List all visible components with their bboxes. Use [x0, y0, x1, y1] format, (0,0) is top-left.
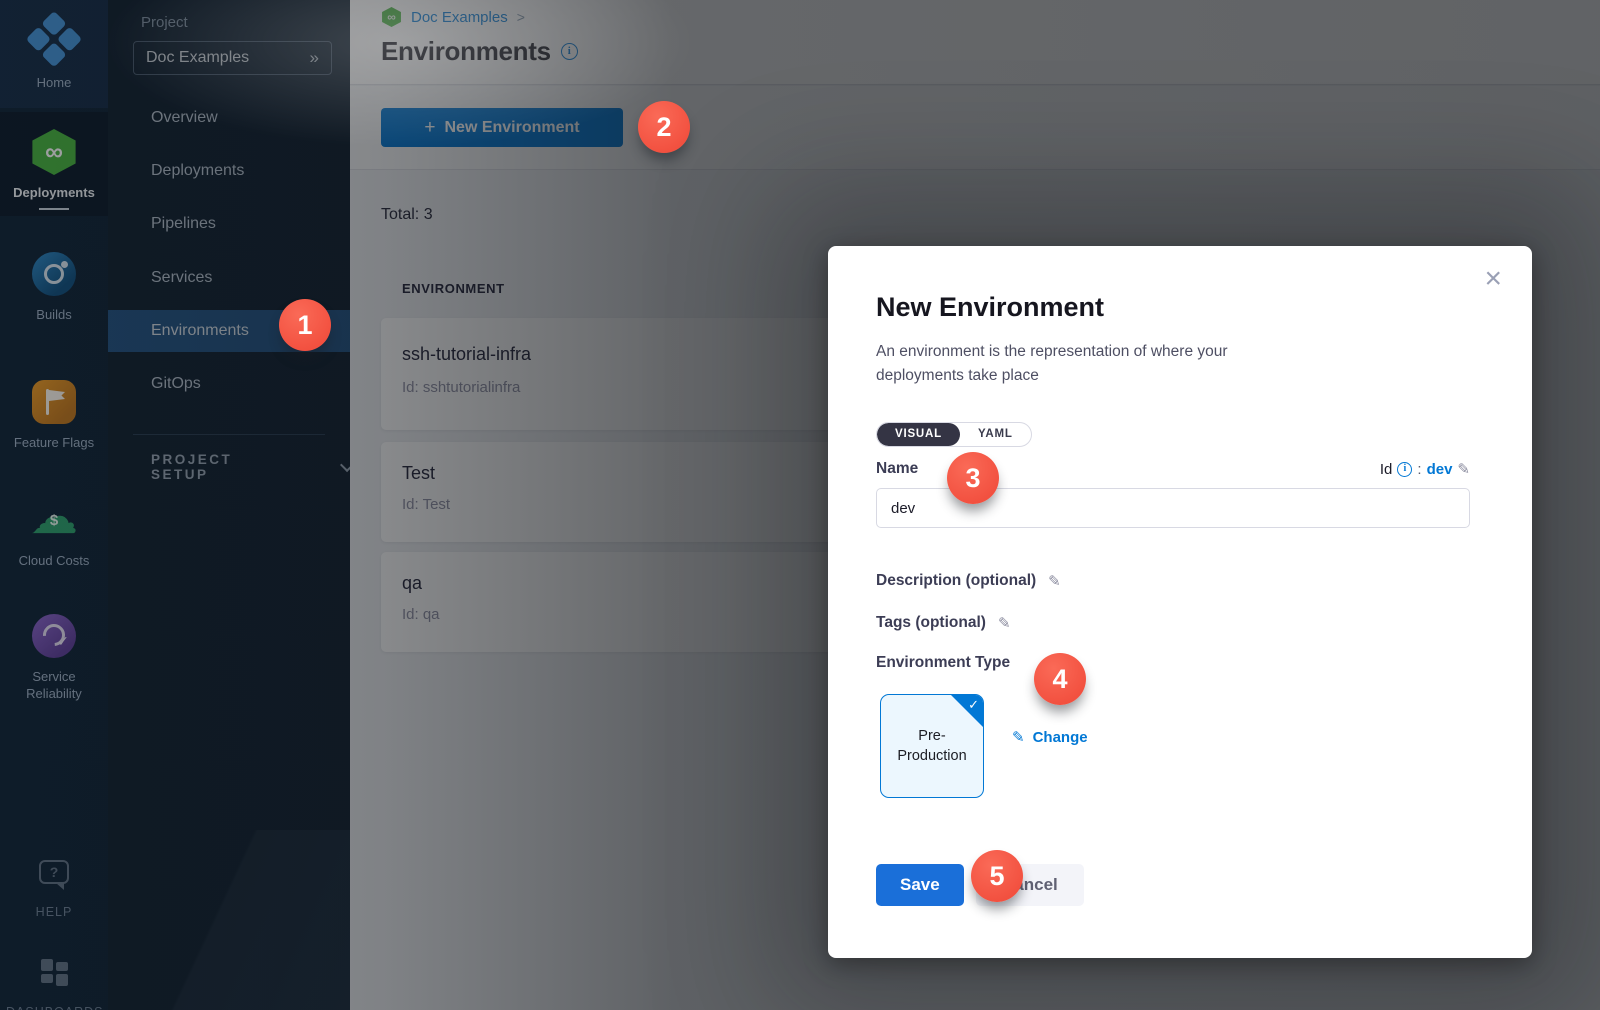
modal-title: New Environment — [876, 292, 1104, 323]
change-pencil-icon: ✎ — [1012, 728, 1025, 746]
tags-label: Tags (optional) — [876, 614, 986, 632]
edit-id-pencil-icon[interactable]: ✎ — [1457, 460, 1470, 478]
close-icon[interactable]: × — [1484, 264, 1502, 294]
annotation-badge-1: 1 — [279, 299, 331, 351]
name-label: Name — [876, 460, 918, 478]
visual-yaml-toggle: VISUAL YAML — [876, 422, 1032, 447]
new-environment-modal: × New Environment An environment is the … — [828, 246, 1532, 958]
environment-type-label: Environment Type — [876, 654, 1010, 672]
annotation-badge-2: 2 — [638, 101, 690, 153]
check-icon: ✓ — [968, 697, 979, 713]
change-environment-type[interactable]: ✎ Change — [1012, 728, 1088, 746]
app-window: Home ∞ Deployments Builds Feature Flags … — [0, 0, 1600, 1010]
id-info-icon[interactable]: i — [1397, 462, 1412, 477]
modal-subtitle: An environment is the representation of … — [876, 340, 1281, 388]
tab-visual[interactable]: VISUAL — [877, 423, 960, 446]
change-link: Change — [1033, 729, 1088, 746]
annotation-badge-3: 3 — [947, 452, 999, 504]
edit-description-pencil-icon[interactable]: ✎ — [1048, 572, 1061, 590]
save-button[interactable]: Save — [876, 864, 964, 906]
id-separator: : — [1417, 461, 1421, 478]
annotation-badge-4: 4 — [1034, 653, 1086, 705]
id-label: Id — [1380, 461, 1393, 478]
annotation-badge-5: 5 — [971, 850, 1023, 902]
id-value: dev — [1427, 461, 1453, 478]
edit-tags-pencil-icon[interactable]: ✎ — [998, 614, 1011, 632]
tab-yaml[interactable]: YAML — [960, 423, 1031, 446]
environment-type-value: Pre-Production — [892, 726, 972, 766]
environment-type-card-pre-production[interactable]: Pre-Production ✓ — [880, 694, 984, 798]
description-label: Description (optional) — [876, 572, 1036, 590]
